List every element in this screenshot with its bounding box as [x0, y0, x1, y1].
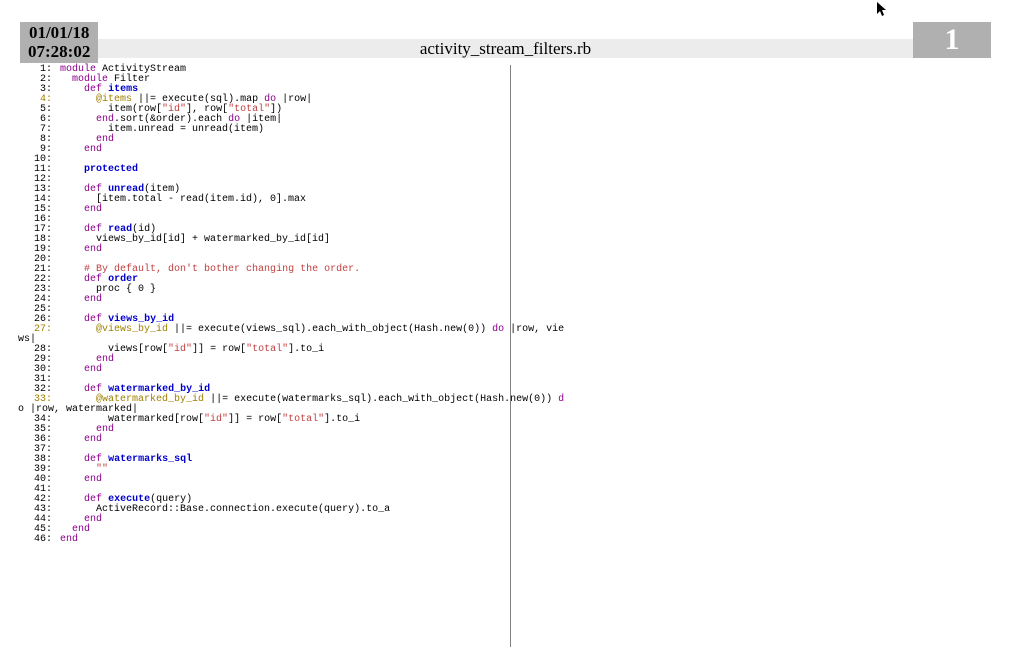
- header: activity_stream_filters.rb 01/01/18 07:2…: [0, 0, 1011, 58]
- code-line: 45: end: [18, 525, 993, 535]
- code-line: 18: views_by_id[id] + watermarked_by_id[…: [18, 235, 993, 245]
- code-line: 46: end: [18, 535, 993, 545]
- code-area: 1: module ActivityStream2: module Filter…: [18, 65, 993, 637]
- code-line: 27: @views_by_id ||= execute(views_sql).…: [18, 325, 993, 335]
- filename-text: activity_stream_filters.rb: [420, 39, 591, 58]
- code-line: 1: module ActivityStream: [18, 65, 993, 75]
- code-line: 44: end: [18, 515, 993, 525]
- line-number: 46:: [18, 535, 54, 545]
- code-line: 28: views[row["id"]] = row["total"].to_i: [18, 345, 993, 355]
- code-line: 22: def order: [18, 275, 993, 285]
- filename-bar: activity_stream_filters.rb: [20, 39, 991, 58]
- code-line: 34: watermarked[row["id"]] = row["total"…: [18, 415, 993, 425]
- code-line: 30: end: [18, 365, 993, 375]
- date-text: 01/01/18: [28, 24, 90, 43]
- code-line: 21: # By default, don't bother changing …: [18, 265, 993, 275]
- code-line: 33: @watermarked_by_id ||= execute(water…: [18, 395, 993, 405]
- code-line: 16:: [18, 215, 993, 225]
- code-line: 39: "": [18, 465, 993, 475]
- code-line: 40: end: [18, 475, 993, 485]
- code-line: 7: item.unread = unread(item): [18, 125, 993, 135]
- code-line: 9: end: [18, 145, 993, 155]
- page-number-box: 1: [913, 22, 991, 58]
- code-line: 43: ActiveRecord::Base.connection.execut…: [18, 505, 993, 515]
- code-line: 10:: [18, 155, 993, 165]
- code-line: 2: module Filter: [18, 75, 993, 85]
- code-line: 24: end: [18, 295, 993, 305]
- code-line: 29: end: [18, 355, 993, 365]
- code-line: 14: [item.total - read(item.id), 0].max: [18, 195, 993, 205]
- code-line: 36: end: [18, 435, 993, 445]
- time-text: 07:28:02: [28, 43, 90, 62]
- code-line: 38: def watermarks_sql: [18, 455, 993, 465]
- page-number: 1: [945, 23, 960, 56]
- code-line: 35: end: [18, 425, 993, 435]
- code-line: 15: end: [18, 205, 993, 215]
- code-line: 19: end: [18, 245, 993, 255]
- timestamp-box: 01/01/18 07:28:02: [20, 22, 98, 63]
- code-line: 11: protected: [18, 165, 993, 175]
- code-line: 23: proc { 0 }: [18, 285, 993, 295]
- code-line: 8: end: [18, 135, 993, 145]
